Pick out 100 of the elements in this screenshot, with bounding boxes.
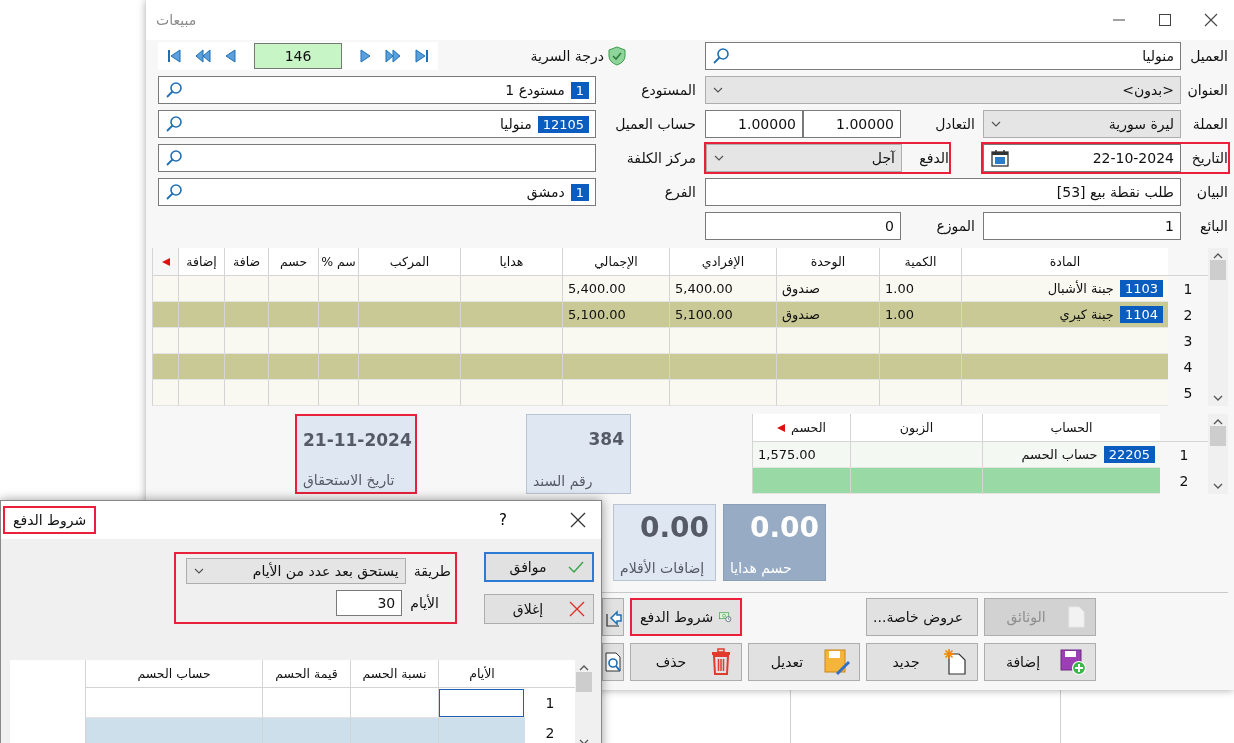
column-header[interactable]: الزبون <box>850 414 982 442</box>
shield-check-icon <box>608 46 626 66</box>
close-icon[interactable] <box>570 512 586 528</box>
input-field[interactable]: 1 <box>983 212 1181 240</box>
share-button[interactable] <box>602 598 624 636</box>
table-row[interactable]: 2 <box>752 468 1208 494</box>
input-field[interactable]: منوليا <box>705 42 1181 70</box>
column-header[interactable]: حساب الحسم <box>85 660 262 688</box>
column-header[interactable]: ضافة <box>224 248 268 276</box>
column-header[interactable]: قيمة الحسم <box>262 660 350 688</box>
last-record-icon[interactable] <box>412 47 430 65</box>
table-cell[interactable] <box>350 718 438 743</box>
scroll-thumb[interactable] <box>575 672 592 692</box>
field-label: طريقة <box>413 563 451 579</box>
toolbar-button[interactable]: شروط الدفع <box>630 598 742 636</box>
code-badge: 22205 <box>1103 446 1155 463</box>
tile-value: 0.00 <box>638 511 709 544</box>
help-button[interactable]: ? <box>493 510 513 530</box>
input-field[interactable]: 1.00000 <box>705 110 803 138</box>
column-header[interactable]: الإجمالي <box>562 248 669 276</box>
field-label: مركز الكلفة <box>625 150 696 166</box>
column-header[interactable]: حسم <box>268 248 318 276</box>
column-header[interactable]: الإفرادي <box>669 248 776 276</box>
input-field[interactable]: 30 <box>336 590 403 616</box>
focused-cell[interactable] <box>438 688 525 718</box>
tile-label: إضافات الأقلام <box>620 560 706 576</box>
table-cell[interactable] <box>262 718 350 743</box>
search-icon[interactable] <box>165 183 183 201</box>
scrollbar[interactable] <box>1208 248 1228 406</box>
dropdown[interactable]: ليرة سورية <box>983 110 1181 138</box>
input-field[interactable] <box>158 144 596 172</box>
scroll-down-icon[interactable] <box>1212 482 1224 490</box>
close-button[interactable]: إغلاق <box>484 594 594 624</box>
column-header[interactable]: الحسم <box>752 414 850 442</box>
dropdown[interactable]: يستحق بعد عدد من الأيام <box>185 558 406 584</box>
calendar-icon[interactable] <box>990 148 1010 168</box>
column-header[interactable]: إضافة <box>178 248 224 276</box>
input-field[interactable]: 0 <box>705 212 901 240</box>
sort-marker-icon <box>777 424 786 432</box>
input-field[interactable]: 22-10-2024 <box>983 144 1181 172</box>
back-fast-icon[interactable] <box>194 47 212 65</box>
row-number: 2 <box>1168 302 1208 328</box>
column-header[interactable]: نسبة الحسم <box>350 660 438 688</box>
scroll-up-icon[interactable] <box>577 664 590 672</box>
field-label: الدفع <box>918 150 949 166</box>
table-cell[interactable] <box>438 718 525 743</box>
search-icon[interactable] <box>165 115 183 133</box>
ok-button[interactable]: موافق <box>484 552 594 582</box>
close-icon[interactable] <box>1204 13 1218 27</box>
column-header[interactable]: الحساب <box>982 414 1160 442</box>
code-badge: 12105 <box>537 115 589 133</box>
dropdown[interactable]: آجل <box>706 144 902 172</box>
field-label: الفرع <box>663 184 696 200</box>
field-label: الموزع <box>935 218 976 234</box>
save-add-icon <box>1059 648 1087 676</box>
row-number: 5 <box>1168 380 1208 406</box>
table-row[interactable]: 4 <box>152 354 1208 380</box>
field-label: التعادل <box>934 116 976 132</box>
scrollbar[interactable] <box>1208 414 1228 494</box>
code-badge: 1 <box>570 81 589 99</box>
tile-label: رقم السند <box>533 473 594 489</box>
column-header[interactable]: الكمية <box>879 248 961 276</box>
field-label: التاريخ <box>1190 150 1228 166</box>
first-record-icon[interactable] <box>166 47 184 65</box>
column-header[interactable]: الأيام <box>438 660 525 688</box>
scroll-thumb[interactable] <box>1210 260 1226 280</box>
field-label: حساب العميل <box>614 116 696 132</box>
search-icon[interactable] <box>165 81 183 99</box>
toolbar-button[interactable]: حذف <box>630 643 742 681</box>
security-level-label: درجة السرية <box>530 48 604 64</box>
dropdown[interactable]: <بدون> <box>705 76 1181 104</box>
table-row[interactable]: 3 <box>152 328 1208 354</box>
scroll-down-icon[interactable] <box>1212 394 1224 402</box>
scroll-thumb[interactable] <box>1210 426 1226 446</box>
preview-button[interactable] <box>602 643 624 681</box>
maximize-icon[interactable] <box>1158 13 1172 27</box>
scroll-up-icon[interactable] <box>1212 418 1224 426</box>
column-header[interactable]: هدايا <box>460 248 562 276</box>
table-cell[interactable] <box>85 718 262 743</box>
toolbar-button[interactable]: تعديل <box>748 643 860 681</box>
toolbar-button[interactable]: جديد <box>866 643 978 681</box>
search-icon[interactable] <box>712 47 730 65</box>
toolbar-button[interactable]: عروض خاصة... <box>866 598 978 636</box>
input-field[interactable]: طلب نقطة بيع [53] <box>705 178 1181 206</box>
toolbar-button[interactable]: إضافة <box>984 643 1096 681</box>
row-number: 1 <box>1168 276 1208 302</box>
search-icon[interactable] <box>165 149 183 167</box>
row-number: 3 <box>1168 328 1208 354</box>
record-number-field[interactable]: 146 <box>254 43 342 69</box>
column-header[interactable]: المركب <box>358 248 460 276</box>
field-label: البائع <box>1199 218 1228 234</box>
column-header[interactable]: سم % <box>318 248 358 276</box>
scroll-up-icon[interactable] <box>1212 252 1224 260</box>
forward-fast-icon[interactable] <box>384 47 402 65</box>
input-field[interactable]: 1.00000 <box>803 110 901 138</box>
tile-value: 0.00 <box>748 511 819 544</box>
table-row[interactable]: 5 <box>152 380 1208 406</box>
column-header[interactable]: المادة <box>961 248 1168 276</box>
column-header[interactable]: الوحدة <box>776 248 879 276</box>
field-label: المستودع <box>640 82 696 98</box>
